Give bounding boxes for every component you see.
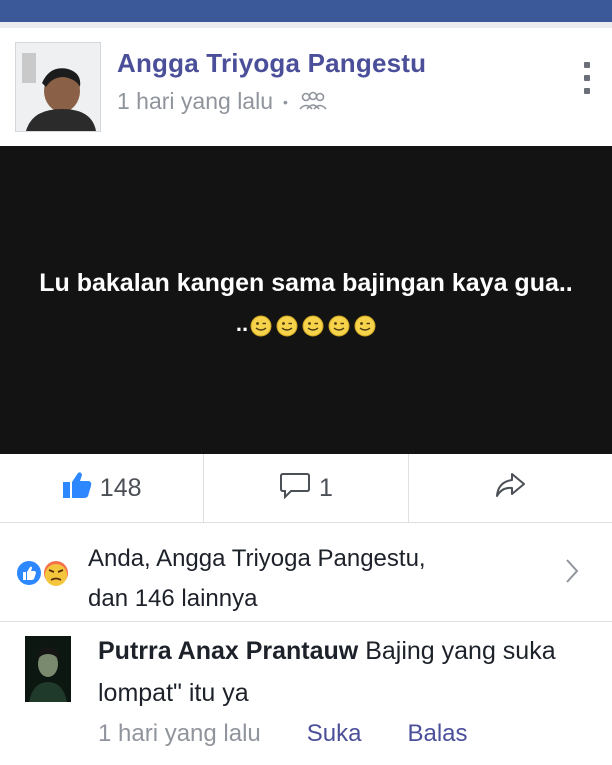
like-count: 148	[99, 473, 142, 502]
friends-icon	[298, 91, 328, 113]
comment-button[interactable]: 1	[204, 454, 409, 522]
comment-count: 1	[319, 473, 333, 502]
comment-like-link[interactable]: Suka	[307, 720, 362, 748]
vertical-dots-icon[interactable]	[584, 62, 592, 94]
share-button[interactable]	[409, 454, 612, 522]
post-image-text: Lu bakalan kangen sama bajingan kaya gua…	[39, 269, 573, 297]
wink-emoji-icon	[250, 315, 272, 337]
wink-emoji-icon	[276, 315, 298, 337]
comment-reply-link[interactable]: Balas	[407, 720, 467, 748]
chevron-right-icon	[564, 557, 580, 585]
post-emoji-row: ..	[0, 311, 612, 337]
reactions-text: Anda, Angga Triyoga Pangestu, dan 146 la…	[88, 539, 548, 619]
comment-footer: 1 hari yang lalu Suka Balas	[98, 720, 468, 748]
thumbs-up-icon	[62, 471, 92, 506]
comment-item: Putrra Anax Prantauw Bajing yang suka lo…	[0, 622, 612, 765]
share-arrow-icon	[494, 471, 526, 506]
post-author-name[interactable]: Angga Triyoga Pangestu	[117, 48, 426, 79]
top-navigation-bar	[0, 0, 612, 22]
comment-bubble-icon	[279, 471, 311, 506]
like-reaction-icon	[15, 559, 43, 587]
angry-reaction-icon	[42, 559, 70, 587]
comment-time[interactable]: 1 hari yang lalu	[98, 720, 261, 748]
post-meta: 1 hari yang lalu •	[117, 88, 328, 115]
wink-emoji-icon	[354, 315, 376, 337]
comment-body: Putrra Anax Prantauw Bajing yang suka lo…	[98, 630, 578, 714]
reactions-line2: dan 146 lainnya	[88, 585, 258, 612]
wink-emoji-icon	[302, 315, 324, 337]
post-action-bar: 148 1	[0, 454, 612, 523]
commenter-name[interactable]: Putrra Anax Prantauw	[98, 637, 358, 665]
like-button[interactable]: 148	[0, 454, 205, 522]
wink-emoji-icon	[328, 315, 350, 337]
commenter-avatar[interactable]	[25, 636, 71, 702]
meta-separator: •	[283, 93, 288, 110]
post-header: Angga Triyoga Pangestu 1 hari yang lalu …	[0, 28, 612, 146]
reactions-line1: Anda, Angga Triyoga Pangestu,	[88, 545, 426, 572]
post-image[interactable]: Lu bakalan kangen sama bajingan kaya gua…	[0, 146, 612, 454]
post-image-text-line2: ..	[235, 311, 249, 336]
reactions-summary[interactable]: Anda, Angga Triyoga Pangestu, dan 146 la…	[0, 523, 612, 622]
post-time[interactable]: 1 hari yang lalu	[117, 88, 273, 115]
author-avatar[interactable]	[15, 42, 101, 132]
reaction-icons	[14, 558, 80, 588]
